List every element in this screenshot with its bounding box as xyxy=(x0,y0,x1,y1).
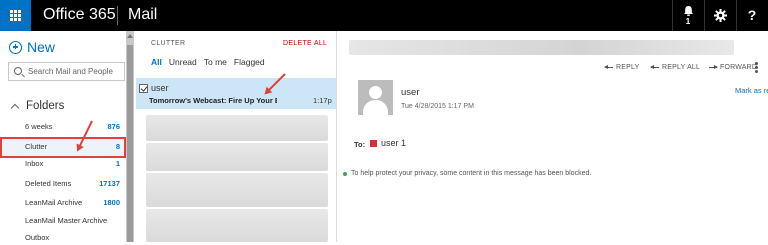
reply-all-label: REPLY ALL xyxy=(662,64,701,71)
topbar-divider xyxy=(117,6,118,25)
message-row-blurred[interactable] xyxy=(146,209,328,242)
notification-count: 1 xyxy=(685,17,691,26)
new-message-button[interactable]: New xyxy=(9,39,55,55)
app-title: Mail xyxy=(128,6,158,23)
search-placeholder: Search Mail and People xyxy=(28,67,113,76)
folder-count: 17137 xyxy=(99,179,120,188)
list-folder-label: CLUTTER xyxy=(151,40,186,47)
filter-all[interactable]: All xyxy=(151,57,162,67)
top-bar: Office 365 Mail 1 ? xyxy=(0,0,768,31)
folder-leanmail-archive[interactable]: LeanMail Archive 1800 xyxy=(25,196,123,210)
message-row-blurred[interactable] xyxy=(146,173,328,207)
filter-bar: All Unread To me Flagged xyxy=(151,57,265,67)
more-options-icon[interactable] xyxy=(755,62,759,74)
help-button[interactable]: ? xyxy=(736,0,767,31)
message-checkbox[interactable] xyxy=(139,84,148,93)
folder-inbox[interactable]: Inbox 1 xyxy=(25,157,123,171)
filter-flagged[interactable]: Flagged xyxy=(234,57,265,67)
sent-date: Tue 4/28/2015 1:17 PM xyxy=(401,103,474,110)
subject-banner-blurred xyxy=(349,40,734,55)
reply-icon xyxy=(604,64,613,70)
bell-icon xyxy=(684,6,693,16)
folder-leanmail-master-archive[interactable]: LeanMail Master Archive xyxy=(25,214,130,228)
notifications-button[interactable]: 1 xyxy=(672,0,703,31)
pane-divider xyxy=(336,31,337,242)
plus-circle-icon xyxy=(9,40,22,54)
to-label: To: xyxy=(354,140,366,149)
folders-heading: Folders xyxy=(26,100,65,112)
chevron-up-icon xyxy=(10,103,20,113)
sender-name[interactable]: user xyxy=(401,87,419,98)
avatar xyxy=(358,80,393,115)
folder-name: Deleted Items xyxy=(25,179,72,188)
filter-to-me[interactable]: To me xyxy=(204,57,227,67)
search-icon xyxy=(14,67,22,75)
folder-outbox[interactable]: Outbox xyxy=(25,231,123,245)
folder-name: Clutter xyxy=(25,142,48,151)
delete-all-button[interactable]: DELETE ALL xyxy=(283,40,327,47)
message-row-blurred[interactable] xyxy=(146,115,328,141)
message-row-blurred[interactable] xyxy=(146,143,328,171)
message-time: 1:17p xyxy=(313,96,332,105)
recipient-status-icon xyxy=(370,140,377,147)
new-label: New xyxy=(27,39,56,55)
folder-name: 6 weeks xyxy=(25,122,53,131)
folder-count: 8 xyxy=(115,142,120,151)
app-launcher-icon xyxy=(10,10,21,21)
reply-button[interactable]: REPLY xyxy=(604,64,640,71)
info-dot-icon xyxy=(343,171,347,176)
folder-count: 1800 xyxy=(103,198,120,207)
forward-label: FORWARD xyxy=(720,64,758,71)
filter-unread[interactable]: Unread xyxy=(169,57,197,67)
folder-6-weeks[interactable]: 6 weeks 876 xyxy=(25,120,123,134)
blocked-content-notice: To help protect your privacy, some conte… xyxy=(343,170,591,177)
office365-brand[interactable]: Office 365 xyxy=(43,6,116,24)
scrollbar-thumb[interactable] xyxy=(127,45,133,242)
reply-all-button[interactable]: REPLY ALL xyxy=(650,64,701,71)
blocked-notice-text: To help protect your privacy, some conte… xyxy=(351,170,592,177)
folder-name: LeanMail Master Archive xyxy=(25,216,108,225)
folder-count: 1 xyxy=(115,159,120,168)
gear-icon xyxy=(714,9,727,22)
message-subject: Tomorrow's Webcast: Fire Up Your E xyxy=(149,96,277,105)
recipient-name[interactable]: user 1 xyxy=(381,138,406,148)
folders-header[interactable]: Folders xyxy=(10,100,65,113)
message-sender: user xyxy=(151,83,169,93)
search-input[interactable]: Search Mail and People xyxy=(8,62,125,81)
forward-button[interactable]: FORWARD xyxy=(709,64,757,71)
mark-as-read-link[interactable]: Mark as re xyxy=(735,86,768,95)
reply-label: REPLY xyxy=(616,64,640,71)
scroll-up-icon[interactable] xyxy=(127,34,133,38)
reply-all-icon xyxy=(650,64,659,70)
folder-name: Inbox xyxy=(25,159,44,168)
folder-name: Outbox xyxy=(25,233,50,242)
folder-count: 876 xyxy=(107,122,120,131)
folder-scrollbar[interactable] xyxy=(126,31,134,242)
settings-button[interactable] xyxy=(704,0,735,31)
forward-icon xyxy=(709,64,718,70)
help-icon: ? xyxy=(747,7,757,23)
person-icon xyxy=(369,86,382,99)
app-launcher-button[interactable] xyxy=(0,0,31,31)
folder-deleted-items[interactable]: Deleted Items 17137 xyxy=(25,177,123,191)
folder-name: LeanMail Archive xyxy=(25,198,83,207)
